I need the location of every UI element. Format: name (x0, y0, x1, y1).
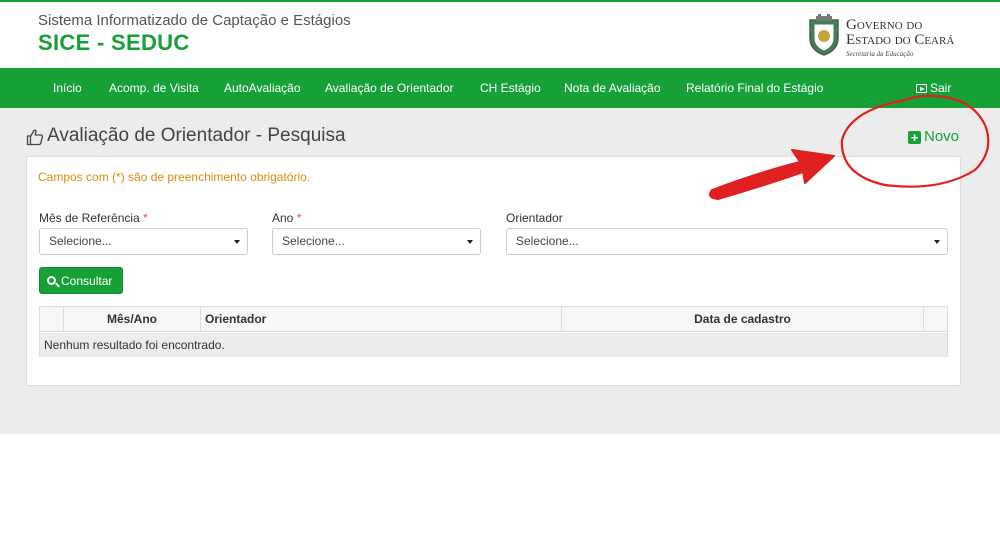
page: Sistema Informatizado de Captação e Está… (0, 0, 1000, 550)
gov-line-2: Estado do Ceará (846, 32, 955, 48)
column-header-select (40, 307, 64, 332)
year-select-value: Selecione... (282, 234, 345, 248)
required-marker: * (296, 211, 302, 225)
advisor-select[interactable]: Selecione... (506, 228, 948, 255)
year-select[interactable]: Selecione... (272, 228, 481, 255)
results-table: Mês/Ano Orientador Data de cadastro Nenh… (39, 306, 948, 357)
ceara-coat-of-arms-icon (809, 14, 839, 56)
system-name: SICE - SEDUC (38, 30, 190, 55)
required-marker: * (143, 211, 148, 225)
system-title: Sistema Informatizado de Captação e Está… (38, 12, 351, 29)
caret-down-icon (467, 240, 473, 244)
month-select-value: Selecione... (49, 234, 112, 248)
search-button-label: Consultar (61, 274, 113, 288)
caret-down-icon (234, 240, 240, 244)
search-button[interactable]: Consultar (39, 267, 123, 294)
year-label: Ano * (272, 211, 301, 225)
nav-ch-estagio[interactable]: CH Estágio (480, 68, 541, 108)
nav-inicio[interactable]: Início (53, 68, 82, 108)
advisor-select-value: Selecione... (516, 234, 579, 248)
app-header: Sistema Informatizado de Captação e Está… (0, 0, 1000, 68)
nav-relatorio-final[interactable]: Relatório Final do Estágio (686, 68, 823, 108)
nav-acomp-visita[interactable]: Acomp. de Visita (109, 68, 199, 108)
page-title: Avaliação de Orientador - Pesquisa (47, 125, 346, 146)
new-button-label: Novo (924, 128, 960, 145)
sign-out-icon (916, 84, 927, 93)
required-fields-note: Campos com (*) são de preenchimento obri… (38, 170, 311, 184)
plus-square-icon: + (908, 131, 921, 144)
nav-autoavaliacao[interactable]: AutoAvaliação (224, 68, 301, 108)
month-label: Mês de Referência * (39, 211, 148, 225)
year-label-text: Ano (272, 211, 294, 225)
new-button[interactable]: + Novo (908, 128, 959, 145)
government-logo-text: Governo do Estado do Ceará Secretaria da… (846, 17, 976, 59)
month-select[interactable]: Selecione... (39, 228, 248, 255)
column-header-created-date[interactable]: Data de cadastro (562, 307, 924, 332)
column-header-advisor[interactable]: Orientador (201, 307, 562, 332)
gov-line-1: Governo do (846, 17, 923, 33)
month-label-text: Mês de Referência (39, 211, 140, 225)
main-navbar: Início Acomp. de Visita AutoAvaliação Av… (0, 68, 1000, 108)
column-header-actions (924, 307, 947, 332)
gov-line-3: Secretaria da Educação (846, 50, 914, 58)
advisor-label: Orientador (506, 211, 563, 225)
table-header: Mês/Ano Orientador Data de cadastro (40, 307, 947, 332)
logout-button[interactable]: Sair (916, 68, 951, 108)
nav-nota-avaliacao[interactable]: Nota de Avaliação (564, 68, 661, 108)
empty-result-row: Nenhum resultado foi encontrado. (40, 333, 947, 357)
thumbs-up-icon (26, 129, 44, 146)
caret-down-icon (934, 240, 940, 244)
column-header-month-year[interactable]: Mês/Ano (64, 307, 201, 332)
logout-label: Sair (930, 81, 952, 95)
search-icon (47, 276, 56, 285)
nav-avaliacao-orientador[interactable]: Avaliação de Orientador (325, 68, 454, 108)
